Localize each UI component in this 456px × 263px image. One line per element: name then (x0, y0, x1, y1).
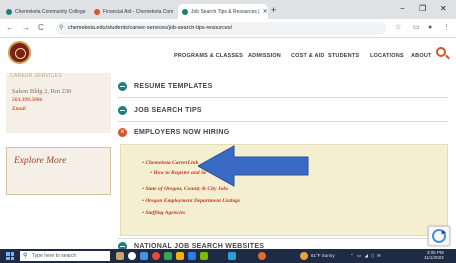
tab-close-icon[interactable]: ✕ (173, 8, 176, 15)
taskbar-app-icon[interactable] (188, 252, 196, 260)
employment-dept-link[interactable]: • Oregon Employment Department Listings (142, 198, 240, 204)
expand-icon (118, 81, 127, 91)
annotation-arrow-icon (198, 145, 309, 187)
nav-locations[interactable]: LOCATIONS (370, 53, 404, 59)
accordion-resume-templates[interactable]: RESUME TEMPLATES (118, 78, 213, 94)
nav-programs-classes[interactable]: PROGRAMS & CLASSES (174, 53, 243, 59)
tab-job-search[interactable]: Job Search Tips & Resources | ✕ (178, 4, 268, 19)
taskbar-search-field[interactable]: ⚲ Type here to search (20, 251, 110, 261)
tab-title: Job Search Tips & Resources | (191, 8, 260, 15)
explore-more-heading: Explore More (14, 156, 67, 166)
collapse-icon (118, 127, 127, 137)
tab-chemeketa[interactable]: Chemeketa Community College ✕ (2, 4, 88, 19)
profile-icon[interactable]: ● (428, 23, 432, 33)
contact-address: Salem Bldg 2, Rm 230 (12, 88, 72, 95)
forward-button[interactable]: → (22, 23, 30, 33)
tab-financial-aid[interactable]: Financial Aid - Chemeketa Com ✕ (90, 4, 176, 19)
explore-more-box: Explore More (6, 147, 111, 195)
accordion-label: JOB SEARCH TIPS (134, 106, 202, 114)
sidebar-heading: CAREER SERVICES (10, 73, 62, 79)
accordion-label: RESUME TEMPLATES (134, 82, 213, 90)
accordion-label: EMPLOYERS NOW HIRING (134, 128, 230, 136)
tab-favicon-icon (94, 8, 100, 15)
link-text: Oregon Employment Department Listings (145, 198, 241, 204)
contact-phone[interactable]: 503.399.5006 (12, 96, 71, 105)
tab-title: Financial Aid - Chemeketa Com (103, 8, 174, 15)
weather-icon[interactable] (300, 252, 308, 260)
recaptcha-icon (432, 229, 446, 243)
clock-date: 11/1/2023 (424, 255, 444, 260)
reload-button[interactable]: C (38, 23, 44, 33)
close-window-button[interactable]: ✕ (440, 3, 447, 15)
recaptcha-badge[interactable] (428, 226, 450, 246)
tab-favicon-icon (6, 8, 12, 15)
taskbar-app-icon[interactable] (176, 252, 184, 260)
new-tab-button[interactable]: + (271, 4, 276, 16)
menu-icon[interactable]: ⋮ (443, 23, 450, 33)
accordion-employers-now-hiring[interactable]: EMPLOYERS NOW HIRING (118, 124, 229, 140)
search-icon: ⚲ (23, 253, 28, 259)
careerlink-link[interactable]: • Chemeketa CareerLink (142, 160, 198, 166)
taskbar-app-icon[interactable] (152, 252, 160, 260)
taskbar-app-icon[interactable] (228, 252, 236, 260)
link-text: Chemeketa CareerLink (145, 160, 199, 166)
taskbar-app-icon[interactable] (116, 252, 124, 260)
contact-email-link[interactable]: Email (12, 105, 71, 114)
expand-icon (118, 105, 127, 115)
staffing-agencies-link[interactable]: • Staffing Agencies (142, 210, 185, 216)
tab-close-icon[interactable]: ✕ (86, 8, 88, 15)
url-field[interactable]: ⚲ chemeketa.edu/students/career-services… (56, 22, 386, 35)
chemeketa-logo[interactable] (8, 41, 31, 64)
back-button[interactable]: ← (6, 23, 14, 33)
nav-about[interactable]: ABOUT (411, 53, 432, 59)
system-tray-icons[interactable]: ⌃ ▭ ◢ ▯ ✉ (350, 253, 382, 258)
accordion-job-search-tips[interactable]: JOB SEARCH TIPS (118, 102, 202, 118)
link-text: Staffing Agencies (145, 210, 186, 216)
sidebar-icon[interactable]: ▭ (413, 23, 420, 33)
address-toolbar: ← → C ⚲ chemeketa.edu/students/career-se… (0, 19, 456, 38)
maximize-button[interactable]: ❐ (419, 3, 426, 15)
tab-favicon-icon (182, 8, 188, 15)
divider (118, 121, 448, 122)
taskbar-app-icon[interactable] (258, 252, 266, 260)
divider (118, 238, 448, 239)
url-text: chemeketa.edu/students/career-services/j… (68, 25, 233, 31)
browser-tab-bar: Chemeketa Community College ✕ Financial … (0, 0, 456, 19)
taskbar-app-icon[interactable] (128, 252, 136, 260)
divider (118, 97, 448, 98)
tab-title: Chemeketa Community College (15, 8, 86, 15)
sidebar-contact: Salem Bldg 2, Rm 230 503.399.5006 Email (12, 87, 71, 114)
taskbar-app-icon[interactable] (164, 252, 172, 260)
weather-text[interactable]: 61°F Sunny (311, 253, 335, 258)
nav-students[interactable]: STUDENTS (328, 53, 359, 59)
taskbar-search-placeholder: Type here to search (32, 253, 77, 259)
nav-cost-aid[interactable]: COST & AID (291, 53, 325, 59)
tab-close-icon[interactable]: ✕ (260, 8, 268, 15)
site-info-icon[interactable]: ⚲ (59, 22, 63, 35)
nav-admission[interactable]: ADMISSION (248, 53, 281, 59)
minimize-button[interactable]: − (400, 3, 405, 15)
taskbar-app-icon[interactable] (200, 252, 208, 260)
windows-taskbar: ⚲ Type here to search 61°F Sunny ⌃ ▭ ◢ ▯… (0, 249, 456, 263)
windows-start-icon[interactable] (6, 252, 14, 260)
taskbar-app-icon[interactable] (140, 252, 148, 260)
bookmark-star-icon[interactable]: ☆ (395, 23, 401, 33)
site-search-icon[interactable] (436, 47, 446, 57)
taskbar-clock[interactable]: 3:05 PM 11/1/2023 (424, 250, 444, 260)
